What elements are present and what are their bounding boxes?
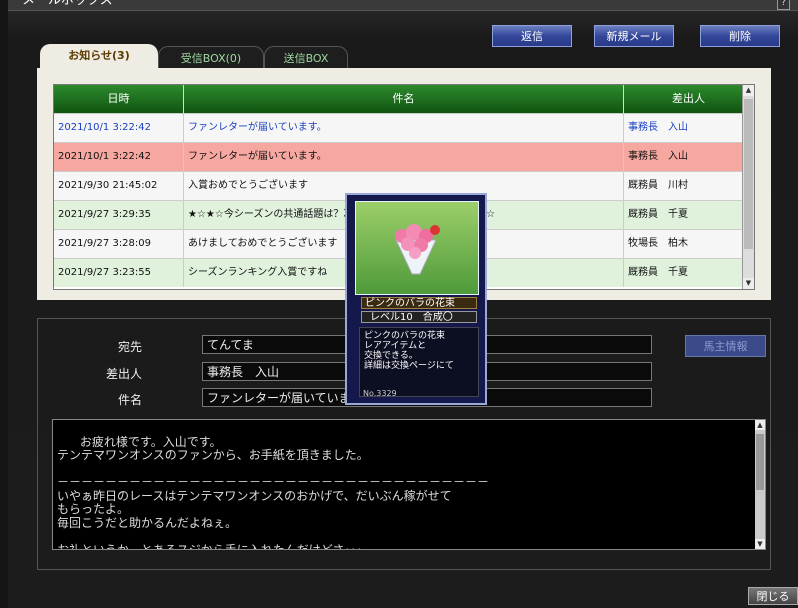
message-body-text: お疲れ様です。入山です。 テンテマワンオンスのファンから、お手紙を頂きました。 … <box>57 434 490 550</box>
item-image <box>355 201 479 295</box>
row-sender: 厩務員 川村 <box>624 172 754 200</box>
column-date[interactable]: 日時 <box>54 85 184 113</box>
reply-button[interactable]: 返信 <box>492 25 572 47</box>
row-date: 2021/9/30 21:45:02 <box>54 172 184 200</box>
row-sender: 厩務員 千夏 <box>624 201 754 229</box>
body-scrollbar[interactable]: ▲ ▼ <box>755 420 765 549</box>
row-date: 2021/9/27 3:28:09 <box>54 230 184 258</box>
scroll-thumb[interactable] <box>744 99 753 249</box>
horse-info-button[interactable]: 馬主情報 <box>685 335 766 357</box>
tab-sent[interactable]: 送信BOX <box>264 46 348 68</box>
column-sender[interactable]: 差出人 <box>624 85 754 113</box>
row-date: 2021/9/27 3:23:55 <box>54 259 184 287</box>
item-number: No.3329 <box>363 389 397 398</box>
row-date: 2021/9/27 3:29:35 <box>54 201 184 229</box>
column-subject[interactable]: 件名 <box>184 85 624 113</box>
row-sender: 事務長 入山 <box>624 114 754 142</box>
tab-notices[interactable]: お知らせ(3) <box>40 44 158 69</box>
table-header: 日時 件名 差出人 <box>54 85 754 113</box>
scroll-up-icon[interactable]: ▲ <box>743 85 754 96</box>
row-subject: ファンレターが届いています。 <box>184 143 624 171</box>
table-row[interactable]: 2021/10/1 3:22:42 ファンレターが届いています。 事務長 入山 <box>54 142 754 171</box>
tab-inbox[interactable]: 受信BOX(0) <box>158 46 264 68</box>
scroll-thumb[interactable] <box>756 434 764 490</box>
table-row[interactable]: 2021/10/1 3:22:42 ファンレターが届いています。 事務長 入山 <box>54 113 754 142</box>
item-level: レベル10 合成〇 <box>361 311 477 323</box>
window-title: メールボックス <box>22 0 113 8</box>
scroll-down-icon[interactable]: ▼ <box>743 278 754 289</box>
row-subject: ファンレターが届いています。 <box>184 114 624 142</box>
new-mail-button[interactable]: 新規メール <box>594 25 674 47</box>
close-button[interactable]: 閉じる <box>748 587 798 605</box>
mailbox-window: メールボックス ? 返信 新規メール 削除 お知らせ(3) 受信BOX(0) 送… <box>8 0 798 608</box>
delete-button[interactable]: 削除 <box>700 25 780 47</box>
help-button[interactable]: ? <box>777 0 790 10</box>
row-date: 2021/10/1 3:22:42 <box>54 143 184 171</box>
rose-bouquet-icon <box>395 224 440 275</box>
message-body: お疲れ様です。入山です。 テンテマワンオンスのファンから、お手紙を頂きました。 … <box>52 419 766 550</box>
row-sender: 厩務員 千夏 <box>624 259 754 287</box>
row-sender: 事務長 入山 <box>624 143 754 171</box>
subject-label: 件名 <box>117 393 142 407</box>
from-label: 差出人 <box>105 367 142 381</box>
table-scrollbar[interactable]: ▲ ▼ <box>742 85 754 289</box>
scroll-up-icon[interactable]: ▲ <box>755 420 765 430</box>
to-label: 宛先 <box>117 340 142 354</box>
title-bar: メールボックス ? <box>8 0 798 11</box>
item-name: ピンクのバラの花束 <box>361 297 477 309</box>
row-sender: 牧場長 柏木 <box>624 230 754 258</box>
item-card-tooltip: ピンクのバラの花束 レベル10 合成〇 ピンクのバラの花束 レアアイテムと 交換… <box>345 193 487 405</box>
scroll-down-icon[interactable]: ▼ <box>755 539 765 549</box>
row-date: 2021/10/1 3:22:42 <box>54 114 184 142</box>
item-description: ピンクのバラの花束 レアアイテムと 交換できる。 詳細は交換ページにて <box>359 327 479 397</box>
